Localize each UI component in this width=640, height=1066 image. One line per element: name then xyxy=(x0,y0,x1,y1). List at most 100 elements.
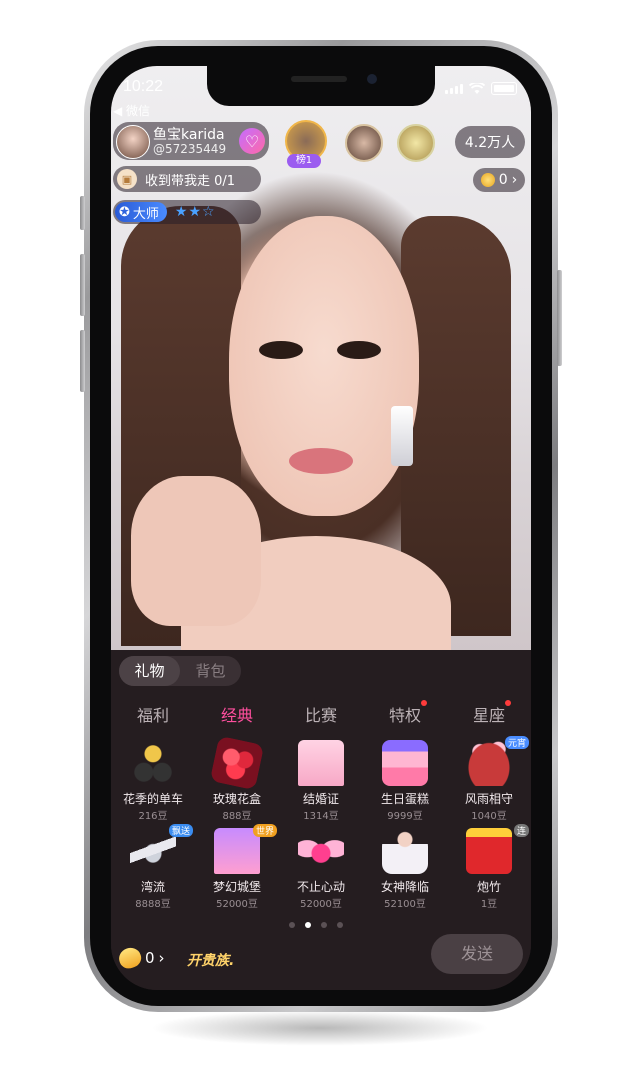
host-avatar[interactable] xyxy=(116,125,150,159)
signal-icon xyxy=(445,83,463,94)
page-indicator xyxy=(289,922,343,928)
gift-item[interactable]: 飘送 湾流 8888豆 xyxy=(111,824,195,912)
phone-shadow xyxy=(150,1010,490,1046)
volume-down-button xyxy=(80,330,85,392)
gift-price: 216豆 xyxy=(138,811,168,822)
tab-welfare[interactable]: 福利 xyxy=(137,702,169,726)
gift-panel: 礼物 背包 福利 经典 比赛 特权 星座 花季的单车 216豆 玫瑰花盒 888… xyxy=(111,650,531,990)
back-to-wechat[interactable]: ◀ 微信 xyxy=(113,102,150,119)
umbrella-icon xyxy=(466,740,512,786)
notch xyxy=(207,66,435,106)
front-camera xyxy=(367,74,377,84)
video-earring xyxy=(391,406,413,466)
gift-price: 9999豆 xyxy=(387,811,423,822)
wifi-icon xyxy=(469,82,485,94)
chevron-right-icon: › xyxy=(511,172,518,188)
viewer-count[interactable]: 4.2万人 xyxy=(455,126,525,158)
host-card[interactable]: 鱼宝karida @57235449 ♡ xyxy=(113,122,269,160)
battery-icon xyxy=(491,82,517,95)
gift-name: 梦幻城堡 xyxy=(212,880,261,894)
bean-balance[interactable]: 0 › xyxy=(116,944,165,972)
gift-price: 8888豆 xyxy=(135,899,171,910)
wing-heart-icon xyxy=(298,828,344,874)
tab-classic[interactable]: 经典 xyxy=(221,702,253,726)
viewer-avatar[interactable] xyxy=(345,124,383,162)
firecracker-icon xyxy=(466,828,512,874)
page-dot xyxy=(321,922,327,928)
volume-up-button xyxy=(80,254,85,316)
page-dot xyxy=(289,922,295,928)
gift-name: 湾流 xyxy=(140,880,165,894)
goddess-icon xyxy=(382,828,428,874)
coin-balance[interactable]: 0 › xyxy=(473,168,525,192)
gift-item[interactable]: 世界 梦幻城堡 52000豆 xyxy=(195,824,279,912)
master-label: 大师 xyxy=(132,206,159,222)
gift-name: 炮竹 xyxy=(476,880,501,894)
open-noble-link[interactable]: 开贵族. xyxy=(187,950,234,970)
bean-count: 0 xyxy=(145,949,155,967)
segment-backpack[interactable]: 背包 xyxy=(180,656,241,686)
gift-price: 1314豆 xyxy=(303,811,339,822)
page-dot xyxy=(337,922,343,928)
gift-price: 1040豆 xyxy=(471,811,507,822)
gift-name: 玫瑰花盒 xyxy=(212,792,261,806)
follow-heart-icon[interactable]: ♡ xyxy=(239,128,265,154)
gift-item[interactable]: 生日蛋糕 9999豆 xyxy=(363,740,447,824)
bicycle-icon xyxy=(130,740,176,786)
gift-name: 生日蛋糕 xyxy=(380,792,429,806)
notification-dot xyxy=(421,700,427,706)
jet-icon xyxy=(130,828,176,874)
gift-segment-control: 礼物 背包 xyxy=(119,656,241,686)
notification-dot xyxy=(505,700,511,706)
coin-icon xyxy=(480,173,495,187)
video-hand xyxy=(131,476,261,626)
bean-icon xyxy=(116,944,144,972)
star-badge-icon: ✪ xyxy=(119,204,130,220)
rose-box-icon xyxy=(209,735,265,791)
gift-item[interactable]: 连 炮竹 1豆 xyxy=(447,824,531,912)
speaker xyxy=(291,76,347,82)
page-dot-active xyxy=(305,922,311,928)
gift-item[interactable]: 元宵 风雨相守 1040豆 xyxy=(447,736,531,824)
gift-price: 52000豆 xyxy=(300,899,342,910)
segment-gifts[interactable]: 礼物 xyxy=(119,656,180,686)
rank-badge: 榜1 xyxy=(287,154,321,168)
viewer-avatar[interactable] xyxy=(397,124,435,162)
gift-price: 1豆 xyxy=(480,899,498,910)
chevron-right-icon: › xyxy=(158,949,165,967)
gift-item[interactable]: 玫瑰花盒 888豆 xyxy=(195,735,279,824)
birthday-cake-icon xyxy=(382,740,428,786)
status-icons xyxy=(445,82,517,95)
castle-icon xyxy=(214,828,260,874)
tab-contest[interactable]: 比赛 xyxy=(305,702,337,726)
phone-screen: 10:22 ◀ 微信 鱼宝karida @57235449 ♡ 榜1 4.2万人… xyxy=(111,66,531,990)
video-lips xyxy=(289,448,353,474)
gift-tabs: 福利 经典 比赛 特权 星座 xyxy=(111,694,531,734)
task-progress[interactable]: ▣ 收到带我走 0/1 xyxy=(113,166,261,192)
gift-tag: 世界 xyxy=(252,824,277,837)
task-label: 收到带我走 0/1 xyxy=(145,173,236,189)
tab-constellation[interactable]: 星座 xyxy=(473,700,511,726)
gift-tag: 元宵 xyxy=(504,736,529,749)
power-button xyxy=(557,270,562,366)
gift-item[interactable]: 花季的单车 216豆 xyxy=(111,740,195,824)
gift-box-icon: ▣ xyxy=(117,169,137,189)
master-stars: ★★☆ xyxy=(174,204,216,220)
gift-item[interactable]: 不止心动 52000豆 xyxy=(279,828,363,912)
gift-item[interactable]: 结婚证 1314豆 xyxy=(279,740,363,824)
gift-price: 52100豆 xyxy=(384,899,426,910)
gift-name: 风雨相守 xyxy=(464,792,513,806)
gift-item[interactable]: 女神降临 52100豆 xyxy=(363,828,447,912)
tab-privilege[interactable]: 特权 xyxy=(389,700,427,726)
video-eye-left xyxy=(259,341,303,359)
gift-name: 结婚证 xyxy=(302,792,339,806)
wedding-castle-icon xyxy=(298,740,344,786)
status-time: 10:22 xyxy=(123,78,164,95)
send-button[interactable]: 发送 xyxy=(431,934,523,974)
gift-price: 888豆 xyxy=(222,811,252,822)
silent-switch xyxy=(80,196,85,230)
master-level[interactable]: ✪ 大师 ★★☆ xyxy=(113,200,261,224)
gift-name: 女神降临 xyxy=(380,880,429,894)
coin-count: 0 xyxy=(498,172,508,188)
gift-footer: 0 › 开贵族. 发送 xyxy=(111,934,531,990)
